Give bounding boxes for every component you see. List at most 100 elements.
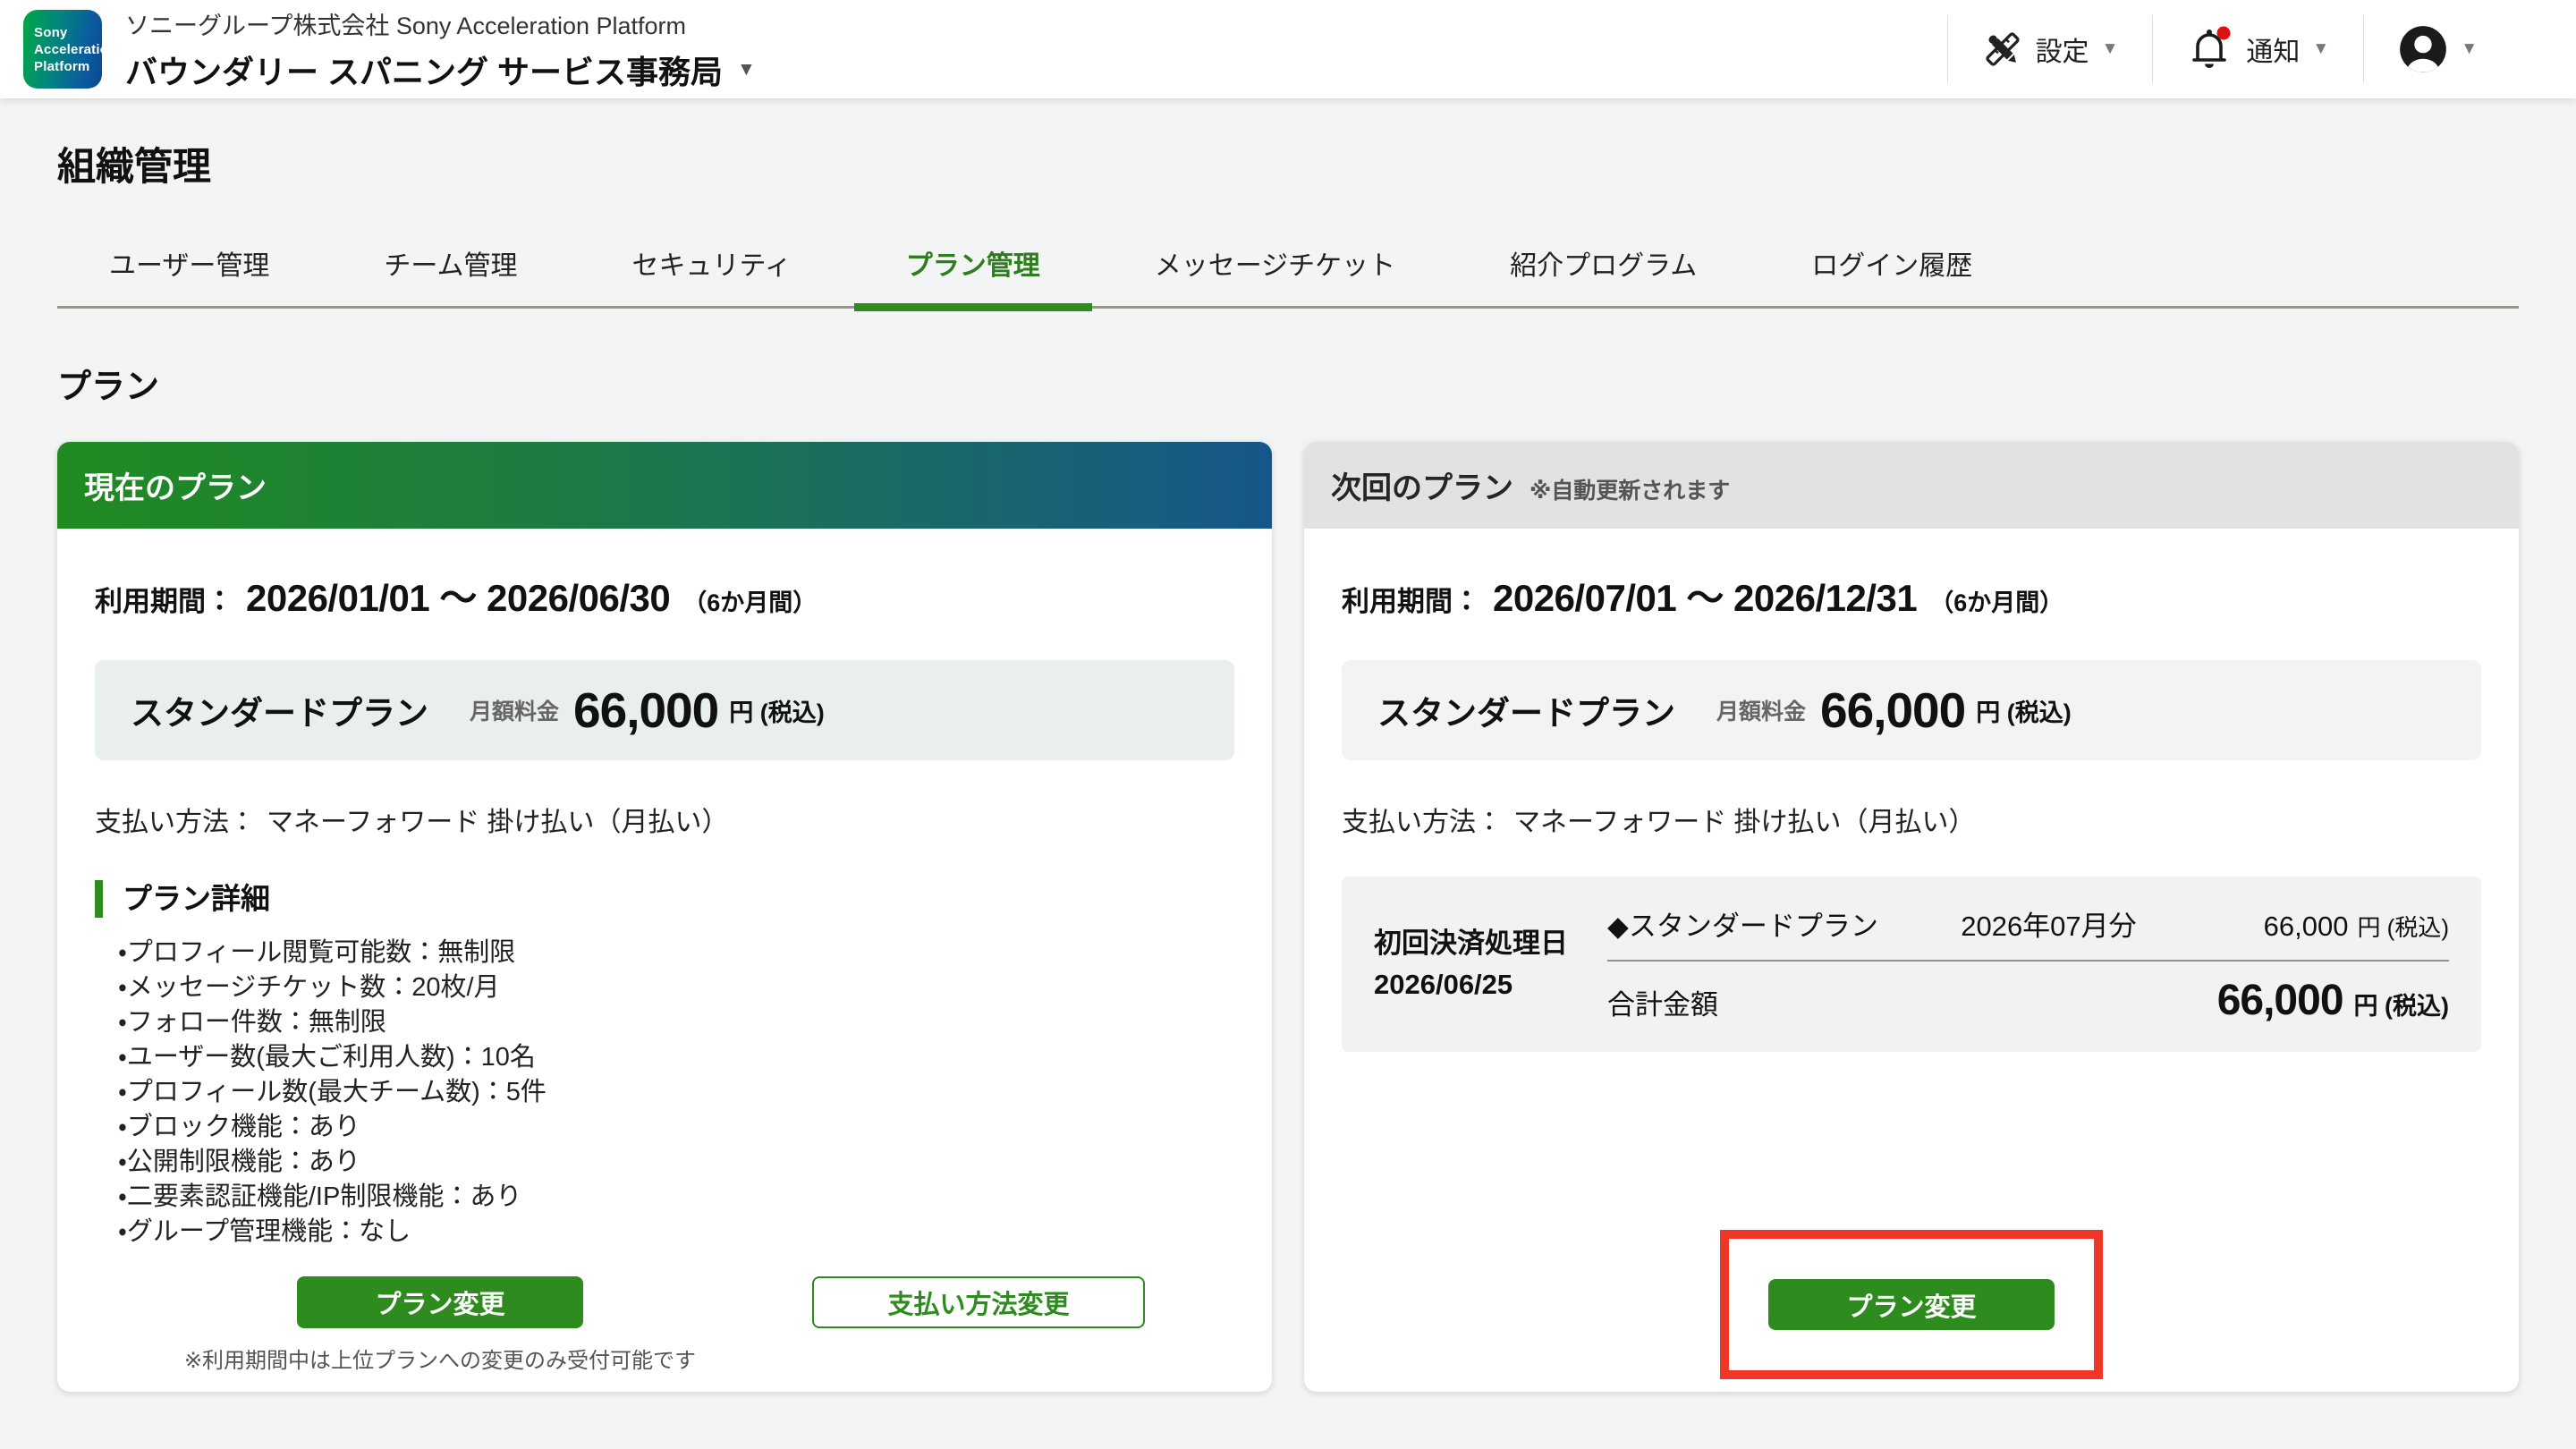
billing-item-amount: 66,000	[2264, 911, 2349, 943]
next-plan-title: 次回のプラン	[1331, 463, 1513, 507]
plan-name: スタンダードプラン	[1377, 686, 1675, 734]
first-billing-date-value: 2026/06/25	[1374, 964, 1568, 1005]
tab[interactable]: 紹介プログラム	[1458, 225, 1749, 306]
logo-line: Sony	[34, 24, 102, 41]
tab-label: メッセージチケット	[1155, 251, 1395, 281]
plan-change-note: ※利用期間中は上位プランへの変更のみ受付可能です	[184, 1343, 696, 1374]
change-payment-method-button[interactable]: 支払い方法変更	[812, 1276, 1145, 1328]
billing-item-name: ◆スタンダードプラン	[1607, 903, 1961, 944]
usage-period-dates: 2026/07/01 ～ 2026/12/31	[1493, 568, 1917, 623]
tab-label: セキュリティ	[632, 251, 792, 281]
plan-details-heading: プラン詳細	[95, 880, 1234, 918]
usage-period-duration: （6か月間）	[1929, 583, 2063, 618]
tab[interactable]: ユーザー管理	[57, 225, 321, 306]
avatar-icon	[2398, 24, 2448, 74]
payment-method-value: マネーフォワード 掛け払い（月払い）	[1513, 800, 1976, 839]
sony-acceleration-platform-logo[interactable]: Sony Acceleration Platform	[23, 10, 102, 89]
change-plan-button[interactable]: プラン変更	[1768, 1279, 2055, 1330]
billing-total-amount: 66,000	[2217, 976, 2343, 1025]
tab[interactable]: チーム管理	[332, 225, 569, 306]
organization-block: ソニーグループ株式会社 Sony Acceleration Platform バ…	[125, 6, 756, 93]
plan-name: スタンダードプラン	[131, 686, 428, 734]
usage-period-label: 利用期間：	[1342, 579, 1480, 619]
monthly-fee-amount: 66,000	[1820, 682, 1965, 739]
usage-period-row: 利用期間： 2026/01/01 ～ 2026/06/30 （6か月間）	[95, 568, 1234, 623]
monthly-fee-unit: 円 (税込)	[1976, 693, 2071, 728]
tab-label: チーム管理	[384, 251, 517, 281]
tab[interactable]: セキュリティ	[580, 225, 843, 306]
plan-detail-item: ・ブロック機能：あり	[118, 1110, 1234, 1145]
chevron-down-icon	[2461, 39, 2478, 59]
plan-detail-item: ・公開制限機能：あり	[118, 1145, 1234, 1180]
monthly-fee-amount: 66,000	[573, 682, 718, 739]
settings-label: 設定	[2036, 30, 2089, 69]
monthly-fee-label: 月額料金	[1716, 694, 1806, 726]
billing-total-row: 合計金額 66,000 円 (税込)	[1607, 962, 2449, 1025]
usage-period-label: 利用期間：	[95, 579, 233, 619]
plan-price-box: スタンダードプラン 月額料金 66,000 円 (税込)	[1342, 660, 2481, 760]
account-menu[interactable]	[2364, 0, 2512, 98]
monthly-fee-unit: 円 (税込)	[729, 693, 824, 728]
current-plan-body: 利用期間： 2026/01/01 ～ 2026/06/30 （6か月間） スタン…	[57, 568, 1272, 1250]
logo-line: Acceleration	[34, 41, 102, 58]
usage-period-dates: 2026/01/01 ～ 2026/06/30	[246, 568, 670, 623]
organization-switcher[interactable]: バウンダリー スパニング サービス事務局	[125, 47, 756, 93]
tab-label: 紹介プログラム	[1510, 251, 1697, 281]
annotation-red-box: プラン変更	[1720, 1230, 2103, 1379]
payment-method-label: 支払い方法：	[1342, 800, 1503, 839]
billing-total-label: 合計金額	[1607, 982, 1718, 1022]
plan-detail-item: ・プロフィール数(最大チーム数)：5件	[118, 1075, 1234, 1110]
tab[interactable]: メッセージチケット	[1103, 225, 1447, 306]
company-name: ソニーグループ株式会社 Sony Acceleration Platform	[125, 6, 756, 41]
chevron-down-icon	[2312, 39, 2329, 59]
tab-label: プラン管理	[906, 251, 1040, 281]
plan-cards: 現在のプラン 利用期間： 2026/01/01 ～ 2026/06/30 （6か…	[57, 442, 2519, 1392]
payment-method-row: 支払い方法： マネーフォワード 掛け払い（月払い）	[95, 800, 1234, 839]
plan-detail-item: ・メッセージチケット数：20枚/月	[118, 970, 1234, 1005]
change-plan-column: プラン変更 ※利用期間中は上位プランへの変更のみ受付可能です	[184, 1276, 696, 1374]
payment-method-row: 支払い方法： マネーフォワード 掛け払い（月払い）	[1342, 800, 2481, 839]
organization-name: バウンダリー スパニング サービス事務局	[125, 47, 723, 93]
next-plan-card-header: 次回のプラン ※自動更新されます	[1304, 442, 2519, 529]
plan-detail-item: ・ユーザー数(最大ご利用人数)：10名	[118, 1040, 1234, 1075]
notifications-label: 通知	[2246, 30, 2300, 69]
app-header: Sony Acceleration Platform ソニーグループ株式会社 S…	[0, 0, 2576, 98]
page-title: 組織管理	[57, 136, 2519, 191]
plan-detail-item: ・二要素認証機能/IP制限機能：あり	[118, 1180, 1234, 1215]
next-plan-body: 利用期間： 2026/07/01 ～ 2026/12/31 （6か月間） スタン…	[1304, 568, 2519, 1052]
billing-item-unit: 円 (税込)	[2357, 910, 2449, 943]
change-plan-button[interactable]: プラン変更	[297, 1276, 583, 1328]
usage-period-duration: （6か月間）	[682, 583, 817, 618]
bell-icon	[2187, 26, 2233, 72]
tab-bar: ユーザー管理 チーム管理 セキュリティ プラン管理 メッセージチケット 紹介プロ…	[57, 225, 2519, 309]
plan-detail-item: ・グループ管理機能：なし	[118, 1215, 1234, 1250]
first-billing-box: 初回決済処理日 2026/06/25 ◆スタンダードプラン 2026年07月分 …	[1342, 877, 2481, 1052]
current-plan-card-header: 現在のプラン	[57, 442, 1272, 529]
current-plan-actions: プラン変更 ※利用期間中は上位プランへの変更のみ受付可能です 支払い方法変更	[95, 1276, 1234, 1374]
logo-line: Platform	[34, 58, 102, 75]
monthly-fee-label: 月額料金	[470, 694, 559, 726]
settings-menu[interactable]: 設定	[1948, 0, 2153, 98]
payment-method-value: マネーフォワード 掛け払い（月払い）	[267, 800, 729, 839]
chevron-down-icon	[737, 59, 756, 80]
tab-label: ユーザー管理	[109, 251, 269, 281]
plan-details-list: ・プロフィール閲覧可能数：無制限 ・メッセージチケット数：20枚/月 ・フォロー…	[95, 936, 1234, 1250]
section-title-plan: プラン	[57, 359, 2519, 408]
payment-method-label: 支払い方法：	[95, 800, 256, 839]
usage-period-row: 利用期間： 2026/07/01 ～ 2026/12/31 （6か月間）	[1342, 568, 2481, 623]
main-content: 組織管理 ユーザー管理 チーム管理 セキュリティ プラン管理 メッセージチケット	[0, 136, 2576, 1392]
billing-table: ◆スタンダードプラン 2026年07月分 66,000 円 (税込) 合計金額 …	[1607, 903, 2449, 1025]
billing-total-unit: 円 (税込)	[2354, 987, 2449, 1021]
next-plan-card: 次回のプラン ※自動更新されます 利用期間： 2026/07/01 ～ 2026…	[1304, 442, 2519, 1392]
chevron-down-icon	[2102, 39, 2119, 59]
auto-renew-note: ※自動更新されます	[1530, 473, 1730, 505]
billing-item-row: ◆スタンダードプラン 2026年07月分 66,000 円 (税込)	[1607, 903, 2449, 962]
first-billing-date: 初回決済処理日 2026/06/25	[1374, 923, 1568, 1005]
tab-label: ログイン履歴	[1811, 251, 1972, 281]
notifications-menu[interactable]: 通知	[2153, 0, 2363, 98]
tab[interactable]: ログイン履歴	[1759, 225, 2024, 306]
current-plan-title: 現在のプラン	[84, 463, 267, 507]
tab[interactable]: プラン管理	[854, 225, 1092, 306]
first-billing-date-label: 初回決済処理日	[1374, 923, 1568, 964]
plan-detail-item: ・フォロー件数：無制限	[118, 1005, 1234, 1040]
